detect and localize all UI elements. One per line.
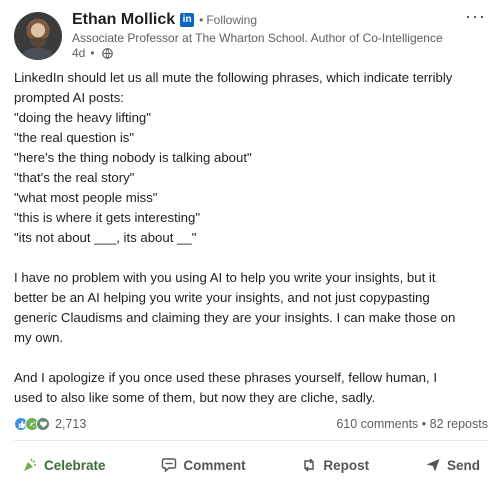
post-stats: 2,713 610 comments • 82 reposts: [14, 414, 488, 434]
author-avatar[interactable]: [14, 12, 62, 60]
post-text-line: I have no problem with you using AI to h…: [14, 270, 436, 285]
post-text-line: better be an AI helping you write your i…: [14, 290, 430, 305]
post-text-line: "the real question is": [14, 130, 135, 145]
post-text-block-3: And I apologize if you once used these p…: [14, 368, 488, 408]
follow-status[interactable]: Following: [206, 13, 257, 27]
send-icon: [426, 459, 440, 472]
post-text-line: used to also like some of them, but now …: [14, 390, 376, 405]
post-time: 4d: [72, 46, 86, 60]
support-icon: [36, 417, 50, 431]
repost-icon: [304, 458, 315, 472]
post-text-line: "what most people miss": [14, 190, 158, 205]
post-text-line: prompted AI posts:: [14, 90, 124, 105]
post-text-line: my own.: [14, 330, 64, 345]
separator-dot: •: [199, 13, 204, 27]
celebrate-icon: [24, 458, 36, 471]
linkedin-icon: in: [180, 13, 195, 27]
celebrate-button[interactable]: Celebrate: [14, 453, 114, 477]
post-text-line: "this is where it gets interesting": [14, 210, 201, 225]
post-text-line: generic Claudisms and claiming they are …: [14, 310, 456, 325]
post-time-row: 4d •: [72, 46, 113, 60]
reactions-summary[interactable]: 2,713: [14, 417, 86, 431]
send-button[interactable]: Send: [417, 453, 488, 477]
post-body: LinkedIn should let us all mute the foll…: [14, 68, 488, 408]
divider: [14, 440, 488, 441]
comments-reposts-count[interactable]: 610 comments • 82 reposts: [336, 417, 488, 431]
author-name-row: Ethan Mollick in • Following: [72, 10, 257, 30]
repost-label: Repost: [323, 457, 370, 473]
globe-icon: [101, 47, 113, 59]
post-text-block-2: I have no problem with you using AI to h…: [14, 268, 488, 348]
more-options-icon[interactable]: ···: [465, 7, 486, 25]
post-text-line: "here's the thing nobody is talking abou…: [14, 150, 252, 165]
comment-button[interactable]: Comment: [153, 453, 253, 477]
post-text-line: "doing the heavy lifting": [14, 110, 151, 125]
send-label: Send: [446, 457, 480, 473]
comment-label: Comment: [183, 457, 246, 473]
author-name[interactable]: Ethan Mollick: [72, 11, 175, 29]
post-text-line: "its not about ___, its about __": [14, 230, 197, 245]
author-headline: Associate Professor at The Wharton Schoo…: [72, 31, 443, 45]
post-text-line: "that's the real story": [14, 170, 135, 185]
post-text-block-1: LinkedIn should let us all mute the foll…: [14, 68, 488, 248]
celebrate-label: Celebrate: [44, 457, 106, 473]
post-header: Ethan Mollick in • Following Associate P…: [14, 7, 488, 62]
separator-dot: •: [90, 46, 95, 60]
reaction-count[interactable]: 2,713: [55, 417, 86, 431]
comment-icon: [162, 458, 177, 473]
action-bar: Celebrate Comment Repost Send: [14, 451, 488, 479]
post-text-line: And I apologize if you once used these p…: [14, 370, 437, 385]
repost-button[interactable]: Repost: [293, 453, 377, 477]
post-text-line: LinkedIn should let us all mute the foll…: [14, 70, 453, 85]
